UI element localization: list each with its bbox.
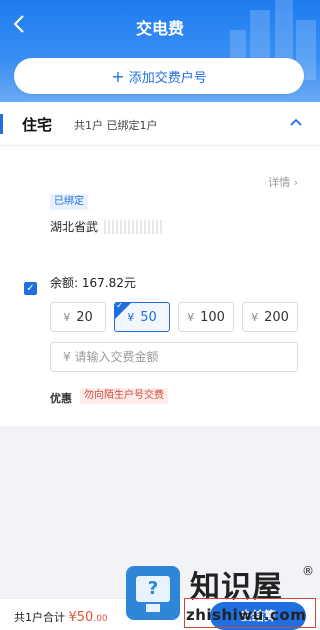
total-label: 共1户合计 [14, 611, 65, 624]
total-value: 50 [76, 610, 94, 625]
total-decimal: .00 [93, 614, 108, 624]
custom-amount-input[interactable]: ¥ 请输入交费金额 [50, 342, 298, 372]
add-account-label: 添加交费户号 [128, 70, 207, 86]
section-accent-bar [0, 114, 3, 134]
page-title: 交电费 [135, 19, 184, 38]
promo-label: 优惠 [50, 392, 72, 405]
detail-label: 详情 [268, 176, 291, 189]
total-currency: ¥ [68, 610, 77, 625]
currency-symbol: ¥ [187, 310, 195, 324]
amount-value: 50 [140, 309, 157, 325]
amount-options: ¥ 20 ✓ ¥ 50 ¥ 100 ¥ 200 [50, 302, 300, 332]
section-title: 住宅 [22, 116, 53, 134]
amount-value: 20 [76, 309, 93, 325]
checkout-button[interactable]: 去结算 [210, 602, 306, 630]
chevron-up-icon [290, 118, 302, 126]
amount-option-50[interactable]: ✓ ¥ 50 [114, 302, 170, 332]
check-icon: ✓ [116, 302, 124, 311]
account-checkbox[interactable]: ✓ [24, 282, 37, 295]
amount-option-100[interactable]: ¥ 100 [178, 302, 234, 332]
residence-section-header[interactable]: 住宅 1 共1户 已绑定1户 [0, 102, 320, 223]
currency-symbol: ¥ [63, 310, 71, 324]
chevron-right-icon: › [293, 176, 298, 189]
amount-value: 200 [264, 309, 289, 325]
balance-row: 余额: 167.82元 [50, 274, 136, 291]
plus-icon: + [111, 66, 125, 86]
total-summary: 共1户合计 ¥50.00 [14, 609, 108, 625]
account-card: 详情 › 已绑定 湖北省武 ✓ 余额: 167.82元 ¥ 20 ✓ ¥ 50 … [0, 146, 320, 426]
promo-warning-tag: 勿向陌生户号交费 [80, 388, 168, 404]
amount-value: 100 [200, 309, 225, 325]
detail-link[interactable]: 详情 › [268, 174, 298, 190]
currency-symbol: ¥ [251, 310, 259, 324]
section-summary: 共1户 已绑定1户 [74, 119, 158, 132]
collapse-button[interactable] [288, 114, 304, 130]
header: 交电费 + 添加交费户号 [0, 0, 320, 102]
account-address: 湖北省武 [50, 220, 99, 234]
balance-label: 余额: [50, 276, 79, 290]
total-amount: ¥50.00 [69, 610, 108, 625]
check-icon: ✓ [26, 283, 35, 294]
address-redaction [104, 220, 164, 234]
amount-option-20[interactable]: ¥ 20 [50, 302, 106, 332]
add-account-button[interactable]: + 添加交费户号 [14, 58, 304, 94]
balance-value: 167.82元 [81, 276, 136, 290]
registered-mark: ® [302, 564, 314, 578]
bound-status-tag: 已绑定 [50, 194, 88, 210]
amount-option-200[interactable]: ¥ 200 [242, 302, 298, 332]
